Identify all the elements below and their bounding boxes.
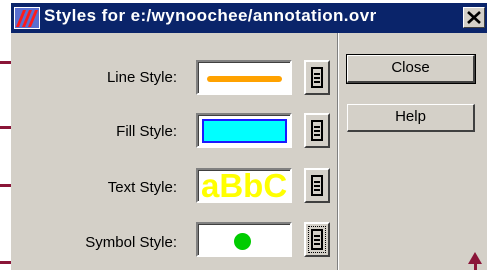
window-title: Styles for e:/wynoochee/annotation.ovr	[44, 6, 377, 25]
text-style-label: Text Style:	[107, 179, 177, 196]
style-picker-icon	[311, 67, 323, 88]
style-picker-icon	[311, 175, 323, 196]
fill-style-picker-button[interactable]	[304, 113, 330, 148]
style-picker-icon	[311, 120, 323, 141]
line-style-picker-button[interactable]	[304, 60, 330, 95]
title-bar[interactable]: Styles for e:/wynoochee/annotation.ovr	[11, 3, 487, 33]
fill-style-label: Fill Style:	[116, 123, 177, 140]
fill-style-preview[interactable]	[196, 113, 292, 148]
fill-sample	[202, 119, 287, 143]
panel-divider	[337, 33, 339, 270]
help-button[interactable]: Help	[347, 104, 475, 132]
line-sample	[207, 76, 282, 82]
close-button[interactable]: Close	[346, 54, 476, 84]
symbol-style-label: Symbol Style:	[85, 234, 177, 251]
symbol-style-picker-button[interactable]	[304, 222, 330, 257]
text-style-preview[interactable]: aBbC	[196, 168, 292, 203]
styles-app-icon	[14, 7, 40, 29]
symbol-style-preview[interactable]	[196, 222, 292, 257]
close-icon[interactable]	[463, 7, 485, 28]
callout-arrow-head	[468, 252, 482, 264]
text-sample: aBbC	[201, 168, 288, 203]
line-style-preview[interactable]	[196, 60, 292, 95]
style-picker-icon	[311, 229, 323, 250]
symbol-sample	[234, 233, 251, 250]
line-style-label: Line Style:	[106, 69, 177, 86]
text-style-picker-button[interactable]	[304, 168, 330, 203]
styles-dialog: Styles for e:/wynoochee/annotation.ovr L…	[11, 3, 487, 270]
